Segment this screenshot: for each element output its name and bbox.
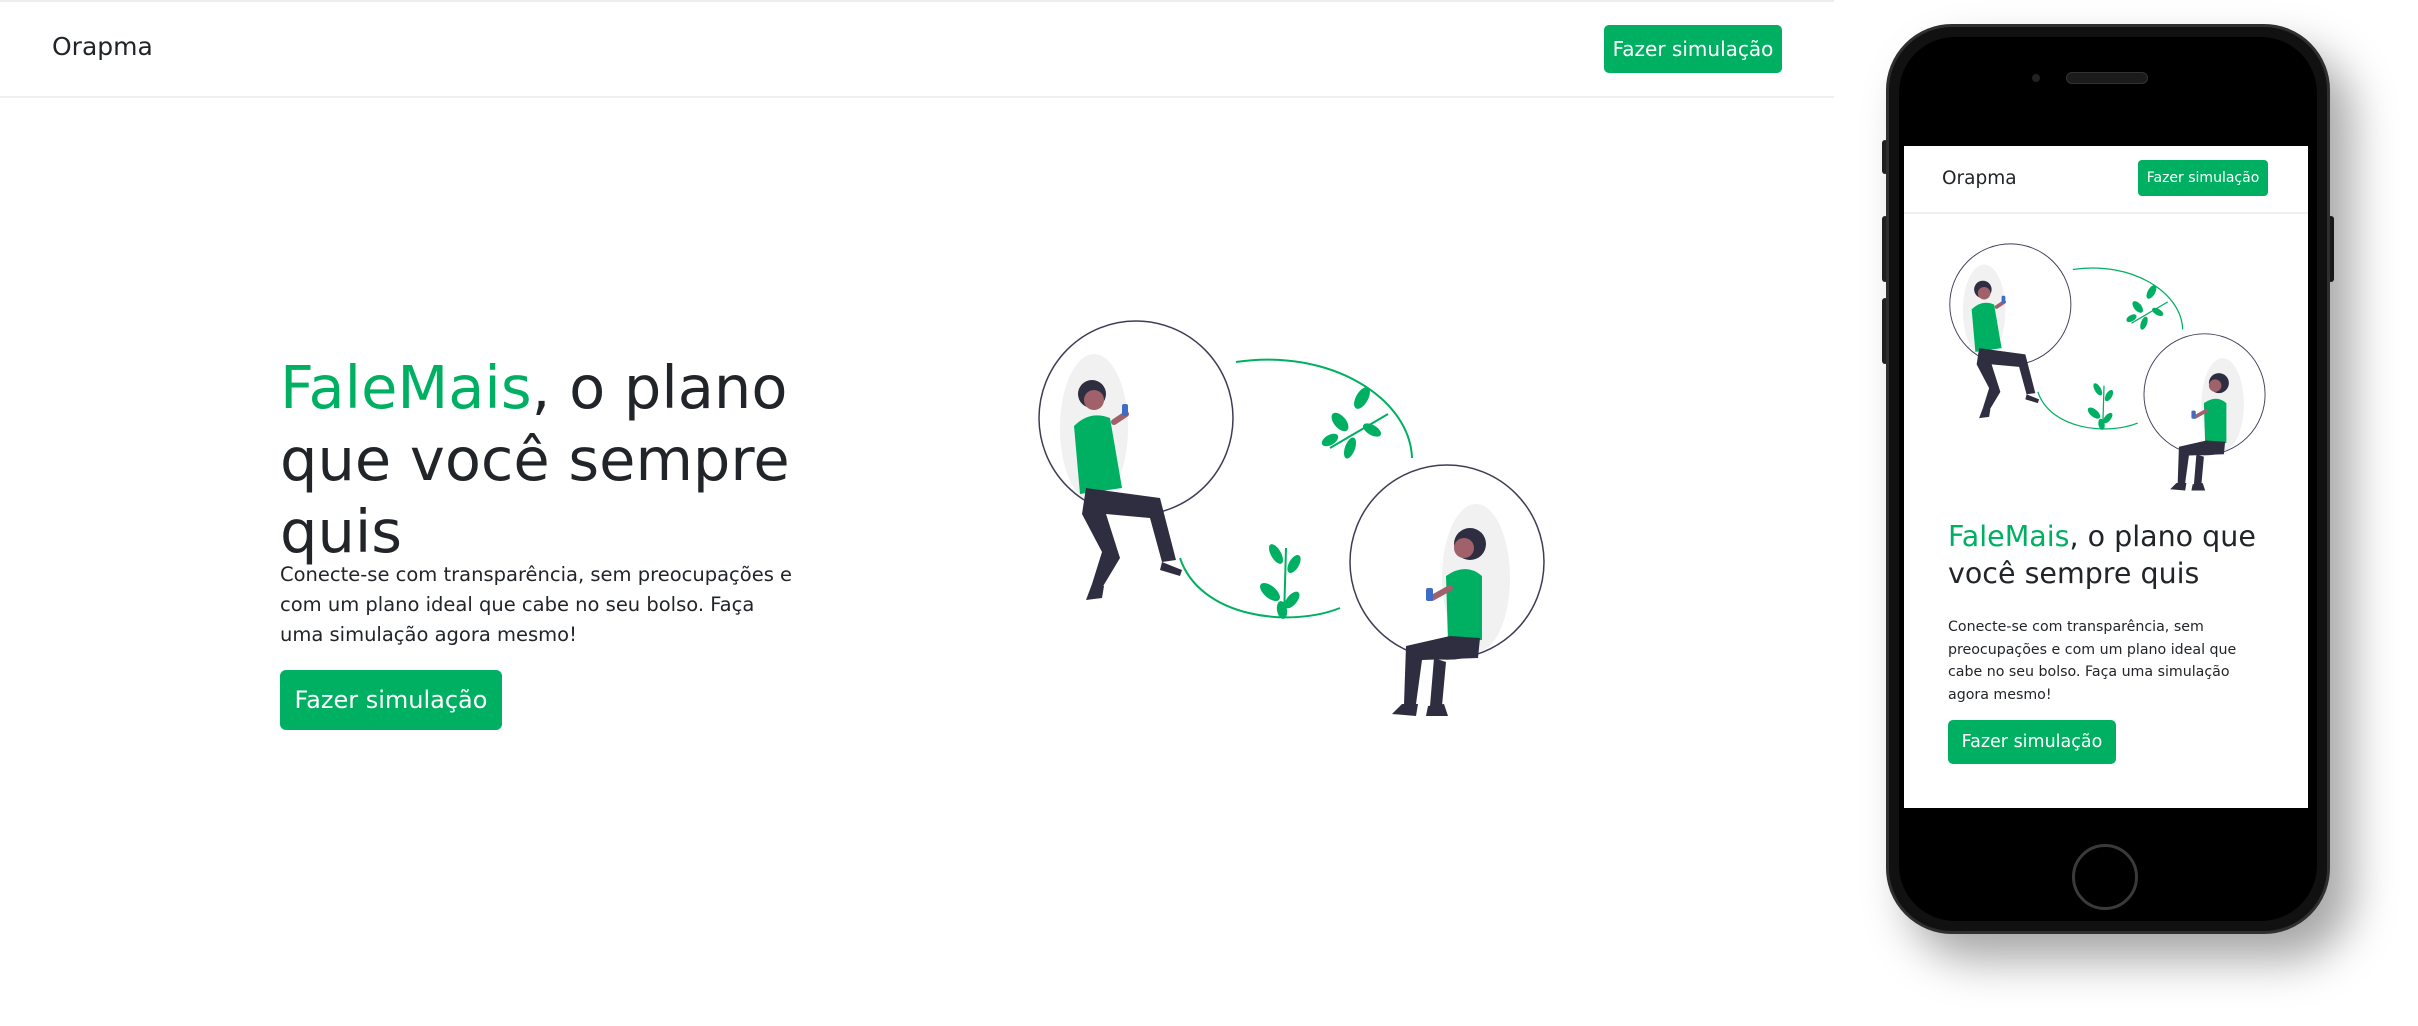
mobile-brand-logo[interactable]: Orapma	[1942, 168, 2017, 189]
phone-mockup: Orapma Fazer simulação FaleMais, o plano…	[1882, 24, 2334, 934]
desktop-view: Orapma Fazer simulação FaleMais, o plano…	[0, 0, 1834, 1026]
mobile-navbar: Orapma Fazer simulação	[1904, 146, 2308, 214]
phone-screen: Orapma Fazer simulação FaleMais, o plano…	[1904, 146, 2308, 808]
mobile-people-bubbles-illustration	[1944, 242, 2274, 498]
mobile-nav-simulate-button[interactable]: Fazer simulação	[2138, 160, 2268, 196]
hero-title: FaleMais, o plano que você sempre quis	[280, 352, 840, 568]
hero-title-accent: FaleMais	[280, 352, 532, 422]
speaker-icon	[2066, 72, 2148, 84]
camera-icon	[2032, 74, 2040, 82]
home-button-icon	[2072, 844, 2138, 910]
mobile-hero-simulate-button[interactable]: Fazer simulação	[1948, 720, 2116, 764]
nav-simulate-button[interactable]: Fazer simulação	[1604, 25, 1782, 73]
mobile-hero-title: FaleMais, o plano que você sempre quis	[1948, 518, 2288, 592]
hero-simulate-button[interactable]: Fazer simulação	[280, 670, 502, 730]
hero-description: Conecte-se com transparência, sem preocu…	[280, 563, 793, 646]
brand-logo[interactable]: Orapma	[52, 32, 153, 61]
mobile-hero-description: Conecte-se com transparência, sem preocu…	[1948, 619, 2237, 703]
navbar: Orapma Fazer simulação	[0, 2, 1834, 98]
mobile-hero-title-accent: FaleMais	[1948, 520, 2070, 553]
people-bubbles-illustration	[1030, 318, 1558, 728]
